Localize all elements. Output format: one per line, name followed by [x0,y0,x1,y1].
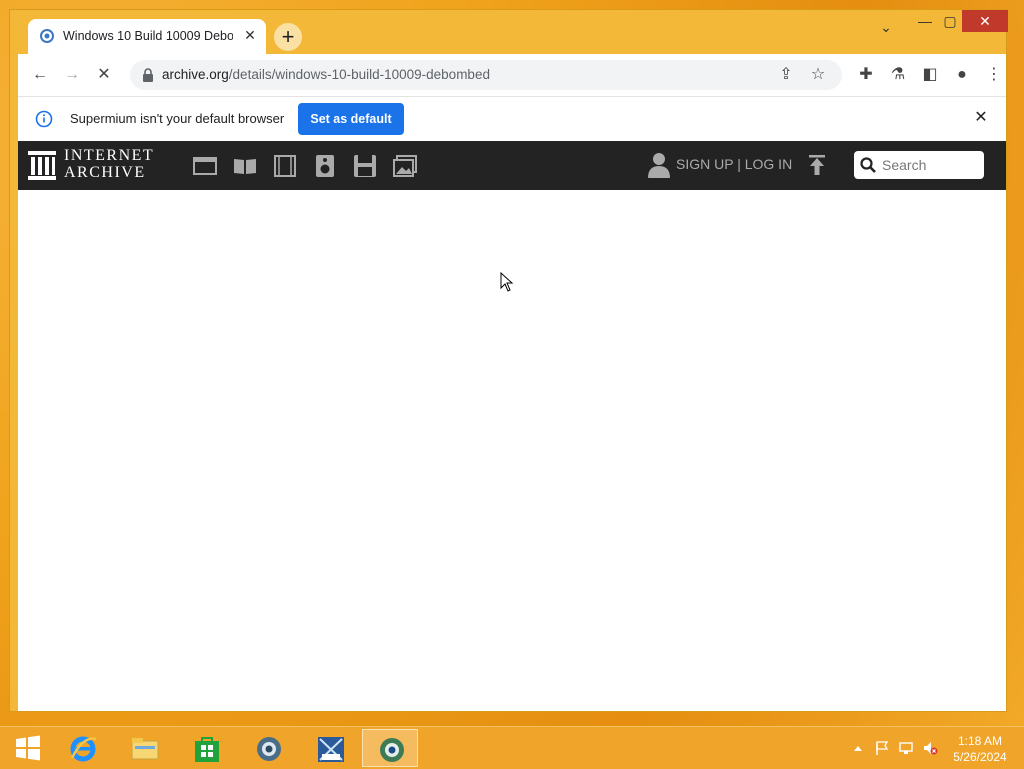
set-as-default-button[interactable]: Set as default [298,103,404,135]
show-hidden-icons-chevron-icon[interactable] [850,740,866,756]
signup-login-link[interactable]: SIGN UP | LOG IN [676,156,792,172]
default-browser-infobar: Supermium isn't your default browser Set… [18,96,1006,141]
web-icon[interactable] [192,153,218,179]
user-icon[interactable] [648,152,670,178]
volume-muted-icon[interactable] [922,740,938,756]
tab-search-chevron-icon[interactable]: ⌄ [876,16,896,38]
taskbar-supermium-active[interactable] [362,729,418,767]
clock-time: 1:18 AM [957,734,1003,748]
network-icon[interactable] [898,740,914,756]
texts-book-icon[interactable] [232,153,258,179]
audio-speaker-icon[interactable] [312,153,338,179]
title-bar: Windows 10 Build 10009 Debombed ✕ + ⌄ — … [10,10,1008,54]
forward-arrow-icon[interactable]: → [62,65,82,85]
software-floppy-icon[interactable] [352,153,378,179]
windows-logo-icon [16,735,40,761]
address-bar[interactable]: archive.org/details/windows-10-build-100… [130,60,842,90]
side-panel-icon[interactable]: ◧ [920,65,940,85]
globe-browser-icon [257,737,281,761]
profile-avatar-icon[interactable]: ● [952,65,972,85]
images-gallery-icon[interactable] [392,153,418,179]
infobar-close-icon[interactable]: ✕ [972,109,990,127]
labs-flask-icon[interactable]: ⚗ [888,65,908,85]
ia-logo-text-line1[interactable]: INTERNET [64,147,154,165]
taskbar: 1:18 AM 5/26/2024 [0,726,1024,769]
ia-search-input[interactable]: Search [854,151,984,179]
taskbar-internet-explorer[interactable] [54,729,110,767]
browser-window: Windows 10 Build 10009 Debombed ✕ + ⌄ — … [9,9,1008,712]
infobar-message: Supermium isn't your default browser [70,111,285,126]
taskbar-browser-app[interactable] [240,729,296,767]
url-text: archive.org/details/windows-10-build-100… [162,67,490,82]
tab-title: Windows 10 Build 10009 Debombed [63,29,233,43]
new-tab-button[interactable]: + [274,23,302,51]
start-button[interactable] [0,729,56,767]
maximize-button[interactable]: ▢ [940,10,960,32]
menu-kebab-icon[interactable]: ⋮ [984,65,1004,85]
taskbar-vista-app[interactable] [302,729,358,767]
info-icon [35,110,53,128]
internet-archive-header: INTERNET ARCHIVE SIGN UP | LOG IN Search [18,141,1006,190]
action-center-flag-icon[interactable] [874,740,890,756]
browser-tab[interactable]: Windows 10 Build 10009 Debombed ✕ [28,19,266,54]
share-icon[interactable]: ⇪ [776,65,796,85]
taskbar-file-explorer[interactable] [116,729,172,767]
bookmark-star-icon[interactable]: ☆ [808,65,828,85]
search-icon [860,157,876,173]
clock-date: 5/26/2024 [953,750,1007,764]
browser-toolbar: ← → ✕ archive.org/details/windows-10-bui… [18,54,1006,96]
stop-loading-icon[interactable]: ✕ [94,65,114,85]
window-close-button[interactable]: ✕ [962,10,1008,32]
tab-close-icon[interactable]: ✕ [242,27,258,43]
upload-icon[interactable] [808,154,826,176]
system-clock[interactable]: 1:18 AM 5/26/2024 [948,733,1012,765]
taskbar-store[interactable] [178,729,234,767]
mouse-cursor-icon [500,272,514,292]
page-content-area[interactable] [18,190,1006,711]
vista-box-icon [318,737,344,762]
extensions-puzzle-icon[interactable]: ✚ [856,65,876,85]
url-path: /details/windows-10-build-10009-debombed [228,67,490,82]
lock-icon [143,68,153,82]
ia-logo-text-line2[interactable]: ARCHIVE [64,164,146,182]
minimize-button[interactable]: — [915,10,935,32]
store-bag-icon [195,737,219,762]
url-host: archive.org [162,67,229,82]
supermium-browser-icon [380,738,404,762]
internet-archive-logo-icon[interactable] [28,149,56,181]
file-explorer-folder-icon [131,738,159,760]
back-arrow-icon[interactable]: ← [30,65,50,85]
search-placeholder: Search [882,157,927,173]
tab-favicon-icon [40,29,54,43]
video-film-icon[interactable] [272,153,298,179]
internet-explorer-icon [70,736,97,762]
